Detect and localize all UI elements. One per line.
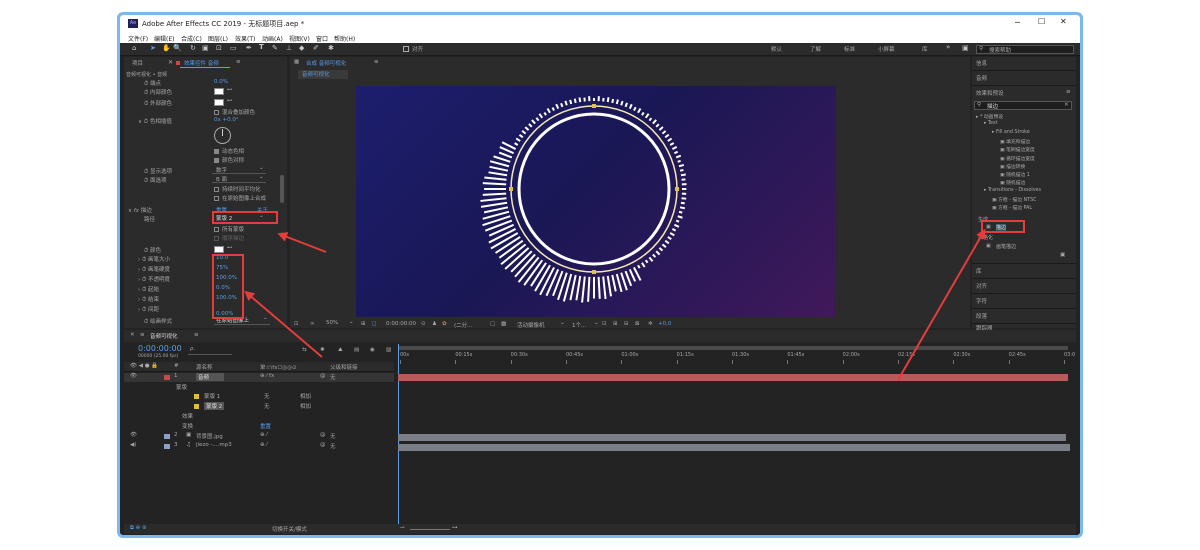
arrow-to-stroke-effect (897, 228, 986, 381)
annotation-arrows (244, 228, 986, 381)
arrow-to-stroke-values (244, 290, 323, 358)
arrow-to-path-dropdown (277, 232, 327, 253)
